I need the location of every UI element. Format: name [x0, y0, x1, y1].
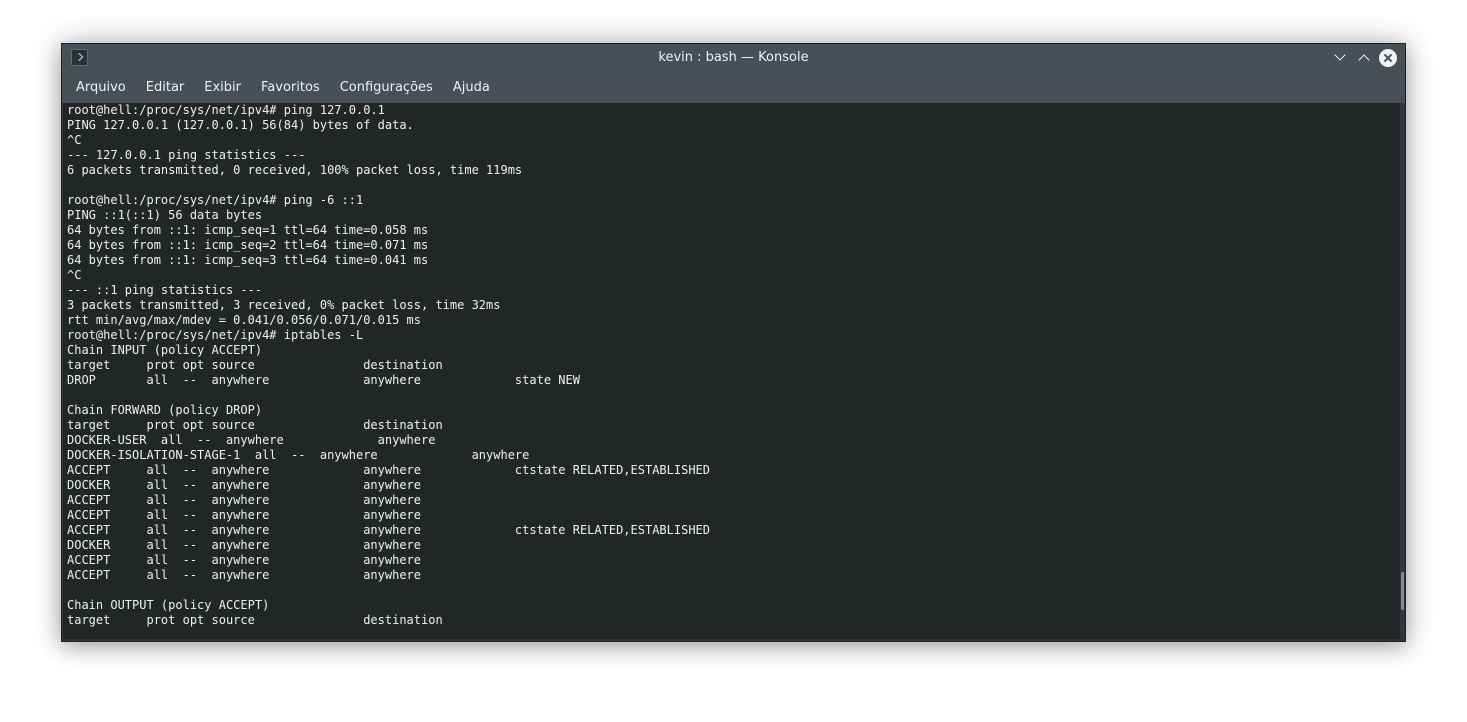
terminal-line: ACCEPT all -- anywhere anywhere ctstate …	[67, 523, 710, 537]
menu-editar[interactable]: Editar	[136, 76, 195, 99]
terminal-line: rtt min/avg/max/mdev = 0.041/0.056/0.071…	[67, 313, 422, 327]
terminal-line: 6 packets transmitted, 0 received, 100% …	[67, 163, 523, 177]
terminal-line: ACCEPT all -- anywhere anywhere	[67, 508, 422, 522]
scrollbar-thumb[interactable]	[1401, 572, 1404, 610]
terminal-line: Chain INPUT (policy ACCEPT)	[67, 343, 263, 357]
terminal-line: --- ::1 ping statistics ---	[67, 283, 263, 297]
terminal-line: Chain FORWARD (policy DROP)	[67, 403, 263, 417]
terminal-line: target prot opt source destination	[67, 358, 443, 372]
menu-configuracoes[interactable]: Configurações	[330, 76, 443, 99]
close-icon[interactable]	[1378, 48, 1398, 68]
terminal-line: 3 packets transmitted, 3 received, 0% pa…	[67, 298, 501, 312]
chevron-up-icon[interactable]	[1354, 48, 1374, 68]
terminal-line: ^C	[67, 133, 82, 147]
terminal-line: PING ::1(::1) 56 data bytes	[67, 208, 263, 222]
menu-ajuda[interactable]: Ajuda	[443, 76, 500, 99]
terminal-line: DOCKER all -- anywhere anywhere	[67, 538, 422, 552]
menu-exibir[interactable]: Exibir	[194, 76, 251, 99]
terminal-output[interactable]: root@hell:/proc/sys/net/ipv4# ping 127.0…	[63, 103, 1400, 639]
terminal-line: --- 127.0.0.1 ping statistics ---	[67, 148, 306, 162]
chevron-down-icon[interactable]	[1330, 48, 1350, 68]
terminal-line: root@hell:/proc/sys/net/ipv4# ping -6 ::…	[67, 193, 364, 207]
terminal-line: ACCEPT all -- anywhere anywhere ctstate …	[67, 463, 710, 477]
window-title: kevin : bash — Konsole	[658, 50, 809, 65]
terminal-line: ACCEPT all -- anywhere anywhere	[67, 568, 422, 582]
terminal-line: DOCKER-ISOLATION-STAGE-1 all -- anywhere…	[67, 448, 530, 462]
menu-favoritos[interactable]: Favoritos	[251, 76, 330, 99]
terminal-line: root@hell:/proc/sys/net/ipv4# ping 127.0…	[67, 103, 385, 117]
terminal-line: 64 bytes from ::1: icmp_seq=3 ttl=64 tim…	[67, 253, 429, 267]
konsole-window: kevin : bash — Konsole Arquivo Editar Ex…	[61, 43, 1406, 642]
terminal-line: target prot opt source destination	[67, 418, 443, 432]
scrollbar[interactable]	[1400, 103, 1405, 639]
terminal-line: ACCEPT all -- anywhere anywhere	[67, 553, 422, 567]
terminal-text: root@hell:/proc/sys/net/ipv4# ping 127.0…	[67, 103, 710, 628]
terminal-line: target prot opt source destination	[67, 613, 443, 627]
terminal-line: Chain OUTPUT (policy ACCEPT)	[67, 598, 270, 612]
terminal-line: DROP all -- anywhere anywhere state NEW	[67, 373, 580, 387]
menu-arquivo[interactable]: Arquivo	[66, 76, 136, 99]
terminal-line: PING 127.0.0.1 (127.0.0.1) 56(84) bytes …	[67, 118, 414, 132]
terminal-line: DOCKER all -- anywhere anywhere	[67, 478, 422, 492]
terminal-line: ^C	[67, 268, 82, 282]
menu-bar: Arquivo Editar Exibir Favoritos Configur…	[62, 72, 1405, 103]
terminal-line: DOCKER-USER all -- anywhere anywhere	[67, 433, 436, 447]
title-bar[interactable]: kevin : bash — Konsole	[62, 44, 1405, 72]
terminal-line: 64 bytes from ::1: icmp_seq=2 ttl=64 tim…	[67, 238, 429, 252]
terminal-line: ACCEPT all -- anywhere anywhere	[67, 493, 422, 507]
terminal-line: 64 bytes from ::1: icmp_seq=1 ttl=64 tim…	[67, 223, 429, 237]
terminal-line: root@hell:/proc/sys/net/ipv4# iptables -…	[67, 328, 364, 342]
